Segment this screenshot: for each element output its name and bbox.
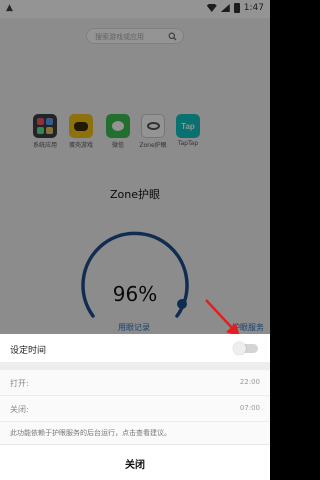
close-label: 关闭 — [125, 460, 145, 471]
on-time-value: 22:00 — [239, 378, 260, 386]
off-time-value: 07:00 — [239, 404, 260, 412]
schedule-bottom-sheet: 设定时间 打开: 22:00 关闭: 07:00 此功能依赖于护眼服务的后台运行… — [0, 334, 270, 480]
divider — [0, 362, 270, 370]
hint-text: 此功能依赖于护眼服务的后台运行，点击查看建议。 — [10, 429, 171, 437]
on-time-label: 打开: — [10, 379, 29, 388]
schedule-toggle[interactable] — [233, 342, 258, 355]
off-time-label: 关闭: — [10, 405, 29, 414]
off-time-row[interactable]: 关闭: 07:00 — [0, 396, 270, 422]
schedule-title: 设定时间 — [10, 346, 47, 356]
toggle-knob — [233, 342, 246, 355]
on-time-row[interactable]: 打开: 22:00 — [0, 370, 270, 396]
schedule-header-row: 设定时间 — [0, 334, 270, 362]
close-button[interactable]: 关闭 — [0, 444, 270, 480]
hint-row[interactable]: 此功能依赖于护眼服务的后台运行，点击查看建议。 — [0, 422, 270, 444]
